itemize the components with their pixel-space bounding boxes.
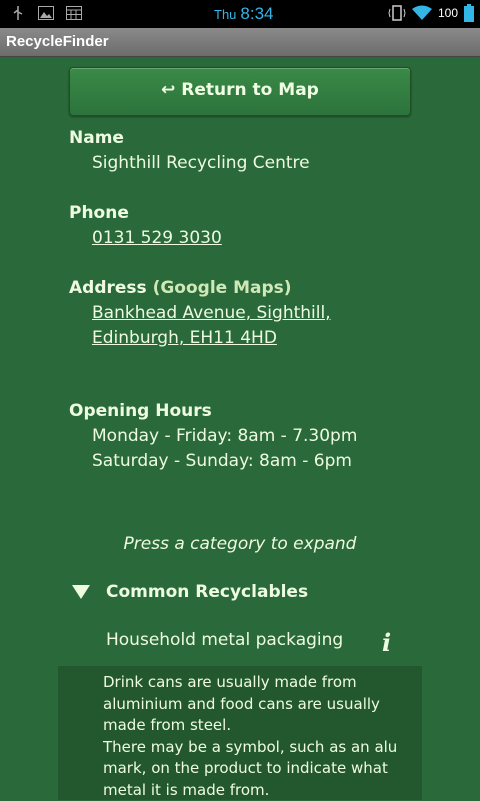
calendar-icon (66, 6, 82, 20)
item-description: Drink cans are usually made from alumini… (103, 673, 398, 799)
battery-icon (464, 4, 474, 22)
address-link[interactable]: Bankhead Avenue, Sighthill, Edinburgh, E… (92, 301, 422, 351)
name-value: Sighthill Recycling Centre (92, 153, 310, 173)
name-label: Name (69, 128, 124, 148)
item-description-panel: Drink cans are usually made from alumini… (58, 666, 422, 800)
system-icons: 100 (388, 4, 474, 22)
expand-arrow-icon (72, 585, 90, 599)
notification-icons (10, 6, 82, 20)
item-household-metal-packaging[interactable]: Household metal packaging (106, 630, 343, 650)
google-maps-link[interactable]: (Google Maps) (153, 278, 292, 298)
address-label: Address (69, 278, 147, 298)
hours-weekend: Saturday - Sunday: 8am - 6pm (92, 451, 352, 471)
return-to-map-button[interactable]: ↩ Return to Map (69, 67, 411, 116)
category-label: Common Recyclables (106, 582, 309, 602)
expand-hint: Press a category to expand (123, 534, 357, 554)
wifi-icon (411, 5, 432, 20)
address-label-row: Address (Google Maps) (69, 278, 292, 298)
category-common-recyclables[interactable]: Common Recyclables (72, 582, 308, 602)
status-day: Thu (214, 7, 237, 22)
app-title: RecycleFinder (6, 33, 109, 50)
opening-hours-label: Opening Hours (69, 401, 212, 421)
info-icon[interactable]: i (382, 628, 391, 657)
gallery-icon (38, 6, 54, 20)
status-clock: Thu 8:34 (214, 4, 274, 24)
battery-level: 100 (437, 6, 458, 20)
phone-label: Phone (69, 203, 129, 223)
status-time: 8:34 (240, 4, 274, 23)
hours-weekday: Monday - Friday: 8am - 7.30pm (92, 426, 358, 446)
vibrate-icon (388, 5, 406, 21)
status-bar: Thu 8:34 100 (0, 0, 480, 28)
usb-icon (13, 6, 23, 20)
app-title-bar: RecycleFinder (0, 28, 480, 57)
phone-link[interactable]: 0131 529 3030 (92, 228, 222, 248)
